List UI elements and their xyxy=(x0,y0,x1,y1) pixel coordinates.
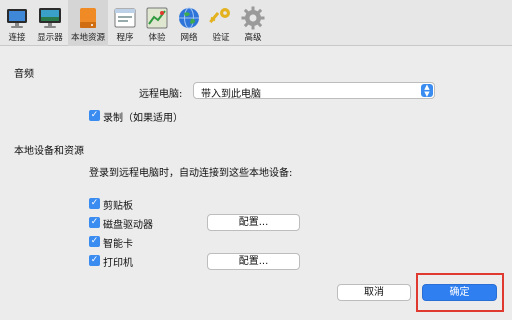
monitor-icon xyxy=(39,8,61,28)
local-resources-icon xyxy=(80,8,96,28)
toolbar-item-label: 体验 xyxy=(148,33,166,43)
toolbar: 连接 显示器 本地资源 程序 体验 网络 验证 高级 xyxy=(0,0,512,46)
toolbar-item-label: 本地资源 xyxy=(70,33,105,43)
toolbar-item-connect[interactable]: 连接 xyxy=(2,0,32,46)
printer-checkbox[interactable]: ✓ xyxy=(89,255,100,266)
cancel-button[interactable]: 取消 xyxy=(337,284,411,301)
toolbar-item-experience[interactable]: 体验 xyxy=(142,0,172,46)
toolbar-item-network[interactable]: 网络 xyxy=(174,0,204,46)
record-label: 录制（如果适用） xyxy=(103,113,183,124)
smart-card-checkbox[interactable]: ✓ xyxy=(89,236,100,247)
clipboard-checkbox[interactable]: ✓ xyxy=(89,198,100,209)
record-checkbox[interactable]: ✓ xyxy=(89,110,100,121)
devices-section-title: 本地设备和资源 xyxy=(14,146,84,157)
toolbar-item-label: 程序 xyxy=(116,33,134,43)
chevron-updown-icon: ▲ ▼ xyxy=(421,84,433,97)
disk-drives-checkbox[interactable]: ✓ xyxy=(89,217,100,228)
network-globe-icon xyxy=(179,7,199,29)
toolbar-item-advanced[interactable]: 高级 xyxy=(238,0,268,46)
remote-audio-select[interactable]: 带入到此电脑 ▲ ▼ xyxy=(193,82,435,100)
devices-intro-text: 登录到远程电脑时，自动连接到这些本地设备: xyxy=(89,168,293,179)
toolbar-item-monitor[interactable]: 显示器 xyxy=(33,0,67,46)
remote-computer-label: 远程电脑: xyxy=(139,89,183,100)
toolbar-item-label: 显示器 xyxy=(37,33,63,43)
highlight-box xyxy=(416,273,504,312)
toolbar-item-programs[interactable]: 程序 xyxy=(110,0,140,46)
experience-icon xyxy=(146,7,168,29)
toolbar-item-label: 验证 xyxy=(212,33,230,43)
gear-icon xyxy=(241,6,265,30)
toolbar-item-label: 网络 xyxy=(180,33,198,43)
disk-drives-label: 磁盘驱动器 xyxy=(103,220,153,231)
configure-printer-button[interactable]: 配置... xyxy=(207,253,300,270)
remote-audio-select-value: 带入到此电脑 xyxy=(201,89,261,100)
configure-disk-drives-button[interactable]: 配置... xyxy=(207,214,300,231)
toolbar-item-local-resources[interactable]: 本地资源 xyxy=(68,0,108,46)
clipboard-label: 剪贴板 xyxy=(103,201,133,212)
connect-icon xyxy=(7,9,27,28)
programs-icon xyxy=(114,8,136,28)
printer-label: 打印机 xyxy=(103,258,133,269)
key-icon xyxy=(209,8,230,24)
audio-section-title: 音频 xyxy=(14,69,34,80)
toolbar-item-verify[interactable]: 验证 xyxy=(206,0,236,46)
toolbar-item-label: 高级 xyxy=(244,33,262,43)
smart-card-label: 智能卡 xyxy=(103,239,133,250)
toolbar-item-label: 连接 xyxy=(8,33,26,43)
